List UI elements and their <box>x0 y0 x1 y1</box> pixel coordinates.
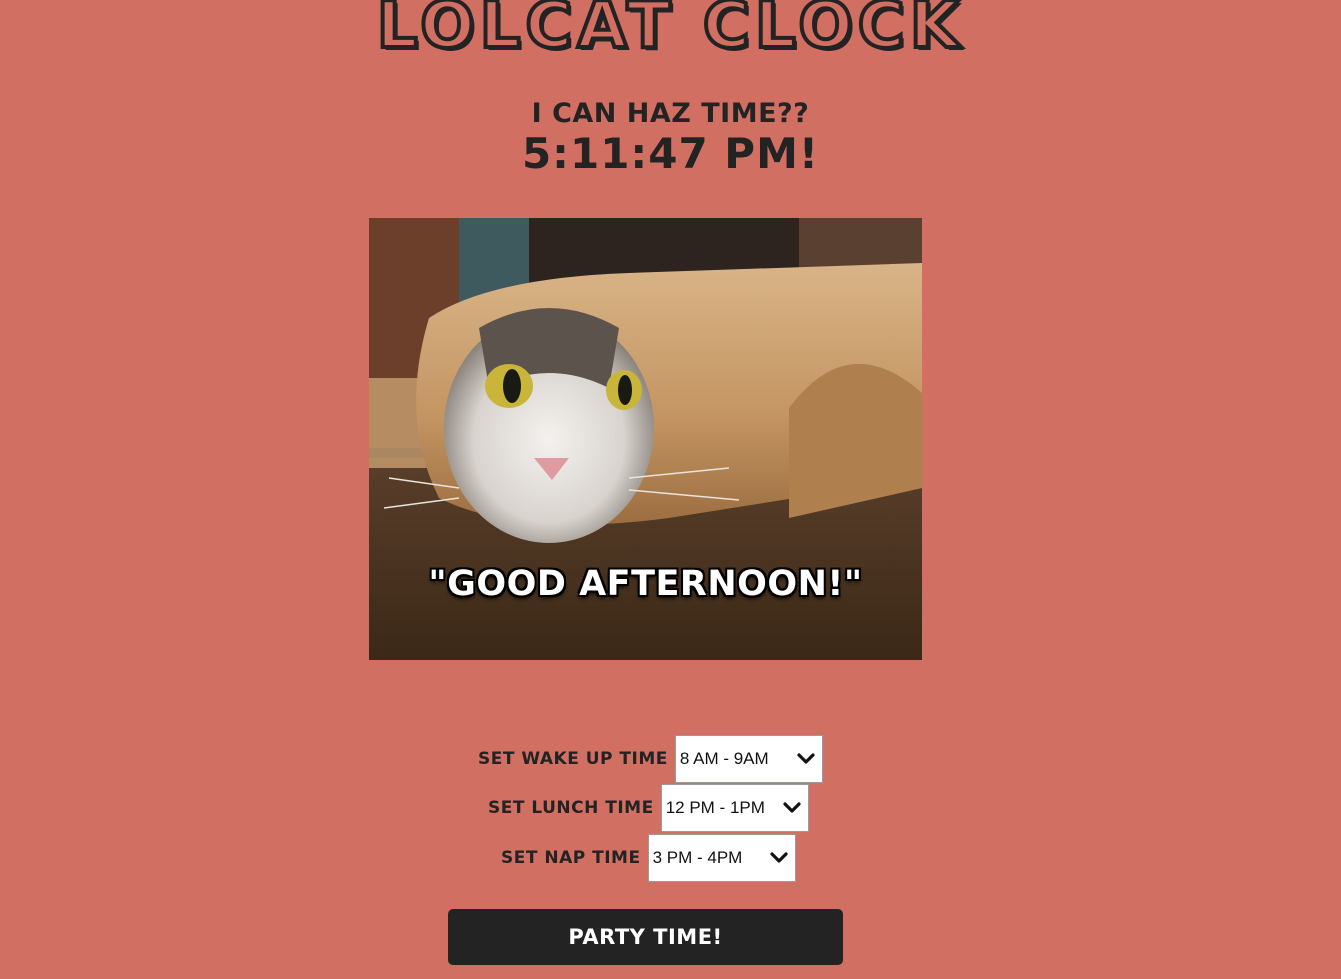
wake-up-row: SET WAKE UP TIME 8 AM - 9AM <box>478 735 823 783</box>
nap-select[interactable]: 3 PM - 4PM <box>647 834 796 882</box>
chevron-down-icon <box>769 852 788 863</box>
wake-up-label: SET WAKE UP TIME <box>478 749 668 769</box>
nap-row: SET NAP TIME 3 PM - 4PM <box>501 834 796 882</box>
page: LOLCAT CLOCK I CAN HAZ TIME?? 5:11:47 PM… <box>0 0 1341 979</box>
wake-up-value: 8 AM - 9AM <box>679 749 769 768</box>
chevron-down-icon <box>783 802 801 813</box>
nap-value: 3 PM - 4PM <box>652 848 743 867</box>
nap-label: SET NAP TIME <box>501 848 641 868</box>
clock-display: 5:11:47 PM! <box>521 129 820 178</box>
lunch-label: SET LUNCH TIME <box>488 798 654 818</box>
chevron-down-icon <box>797 753 815 764</box>
wake-up-select[interactable]: 8 AM - 9AM <box>674 735 823 783</box>
lunch-value: 12 PM - 1PM <box>665 798 765 817</box>
lunch-row: SET LUNCH TIME 12 PM - 1PM <box>488 784 809 832</box>
image-caption: "GOOD AFTERNOON!" <box>428 564 863 604</box>
lolcat-image: "GOOD AFTERNOON!" <box>369 218 922 660</box>
party-time-button[interactable]: PARTY TIME! <box>448 909 843 965</box>
lunch-select[interactable]: 12 PM - 1PM <box>660 784 809 832</box>
time-question: I CAN HAZ TIME?? <box>531 98 810 129</box>
app-title: LOLCAT CLOCK <box>375 0 965 63</box>
